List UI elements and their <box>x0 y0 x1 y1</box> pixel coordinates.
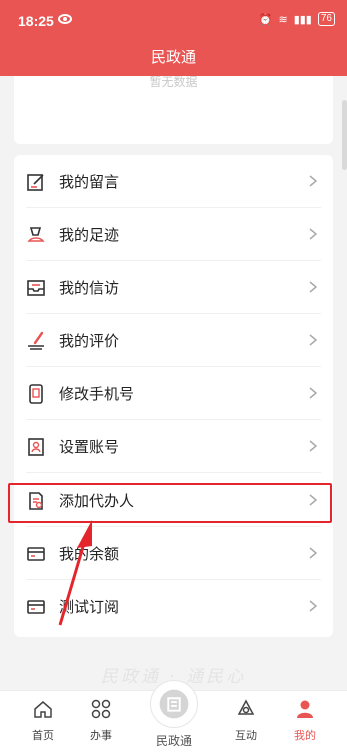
tab-mine[interactable]: 我的 <box>270 691 340 755</box>
wallet-card-icon <box>27 547 45 561</box>
interaction-icon <box>237 699 255 715</box>
status-bar: 18:25 ⏰ ≋ ▮▮▮ 76 <box>0 0 347 42</box>
message-edit-icon <box>27 174 44 191</box>
menu-item-petition[interactable]: 我的信访 <box>14 261 333 314</box>
alarm-icon: ⏰ <box>258 13 273 26</box>
menu-item-label: 我的留言 <box>59 173 120 191</box>
menu-item-label: 添加代办人 <box>59 492 135 510</box>
menu-item-label: 修改手机号 <box>59 385 135 403</box>
subscription-card-icon <box>27 600 45 614</box>
menu-item-footprint[interactable]: 我的足迹 <box>14 208 333 261</box>
evaluation-pen-icon <box>28 331 44 350</box>
menu-item-label: 我的足迹 <box>59 226 120 244</box>
chevron-right-icon <box>309 228 318 240</box>
chevron-right-icon <box>309 600 318 612</box>
chevron-right-icon <box>309 494 318 506</box>
chevron-right-icon <box>309 175 318 187</box>
nav-bar: 民政通 <box>0 42 347 76</box>
divider <box>26 472 321 473</box>
menu-card: 我的留言 我的足迹 我的信访 我的评价 修改手机号 设置账号 添加代办人 我的余… <box>14 155 333 637</box>
tab-label: 办事 <box>90 729 112 742</box>
minzhengtong-logo-icon <box>159 689 189 719</box>
menu-item-test-subscription[interactable]: 测试订阅 <box>14 580 333 633</box>
menu-item-messages[interactable]: 我的留言 <box>14 155 333 208</box>
account-settings-icon <box>28 438 44 456</box>
center-logo-circle <box>150 680 198 728</box>
scrollbar[interactable] <box>342 100 347 170</box>
menu-item-label: 设置账号 <box>59 438 120 456</box>
signal-icon: ▮▮▮ <box>293 13 312 26</box>
page-title: 民政通 <box>150 48 196 66</box>
services-grid-icon <box>91 699 111 719</box>
tab-services[interactable]: 办事 <box>66 691 136 755</box>
menu-item-add-agent[interactable]: 添加代办人 <box>14 474 333 527</box>
footprint-icon <box>27 227 45 242</box>
user-icon <box>297 700 313 718</box>
phone-icon <box>29 384 43 404</box>
menu-item-account-settings[interactable]: 设置账号 <box>14 420 333 473</box>
menu-item-label: 我的信访 <box>59 279 120 297</box>
battery-icon: 76 <box>317 12 335 26</box>
eye-icon <box>58 14 72 24</box>
chevron-right-icon <box>309 334 318 346</box>
chevron-right-icon <box>309 387 318 399</box>
menu-item-label: 测试订阅 <box>59 598 120 616</box>
menu-item-label: 我的余额 <box>59 545 120 563</box>
status-time: 18:25 <box>18 13 54 29</box>
status-indicators: ⏰ ≋ ▮▮▮ 76 <box>259 12 335 26</box>
menu-item-label: 我的评价 <box>59 332 120 350</box>
tab-center-minzhengtong[interactable]: 民政通 <box>143 680 205 755</box>
empty-data-text: 暂无数据 <box>149 76 198 89</box>
mailbox-icon <box>27 280 45 296</box>
chevron-right-icon <box>309 281 318 293</box>
top-card: 暂无数据 <box>14 76 333 144</box>
menu-item-change-phone[interactable]: 修改手机号 <box>14 367 333 420</box>
add-agent-document-icon <box>29 492 43 510</box>
center-tab-label: 民政通 <box>155 734 192 748</box>
home-icon <box>34 701 52 718</box>
tab-label: 我的 <box>294 729 316 742</box>
menu-item-balance[interactable]: 我的余额 <box>14 527 333 580</box>
chevron-right-icon <box>309 440 318 452</box>
wifi-icon: ≋ <box>278 13 288 26</box>
menu-item-evaluation[interactable]: 我的评价 <box>14 314 333 367</box>
chevron-right-icon <box>309 547 318 559</box>
